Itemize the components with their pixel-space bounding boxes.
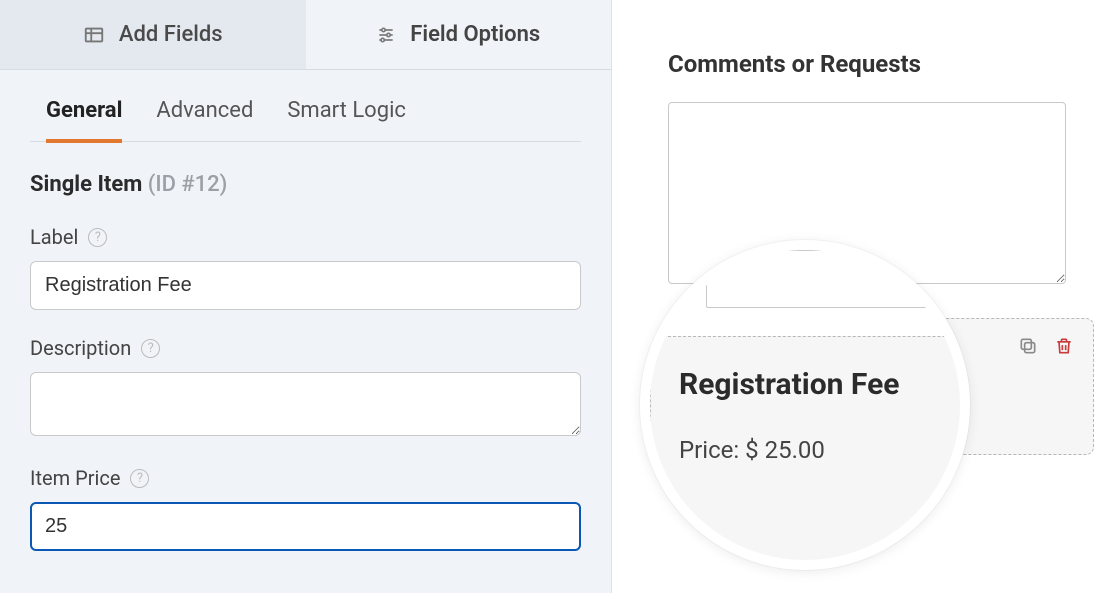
field-type-name: Single Item (30, 172, 142, 197)
tab-add-fields-label: Add Fields (119, 22, 223, 47)
tab-add-fields[interactable]: Add Fields (0, 0, 306, 69)
preview-field-title: Registration Fee (693, 341, 1069, 374)
sub-tab-advanced[interactable]: Advanced (156, 98, 253, 141)
help-icon[interactable]: ? (130, 469, 149, 488)
grid-icon (83, 24, 105, 46)
tab-field-options[interactable]: Field Options (306, 0, 612, 69)
form-preview: Comments or Requests Registration Fee Pr… (612, 0, 1116, 593)
description-group: Description ? (30, 336, 581, 440)
label-group: Label ? (30, 225, 581, 310)
panel-body: Single Item (ID #12) Label ? Description… (0, 142, 611, 577)
settings-sidebar: Add Fields Field Options General Advance… (0, 0, 612, 593)
field-title: Single Item (ID #12) (30, 172, 581, 197)
help-icon[interactable]: ? (88, 228, 107, 247)
field-actions (1017, 335, 1075, 357)
comments-field-label: Comments or Requests (668, 50, 1094, 78)
sub-tabs: General Advanced Smart Logic (30, 98, 581, 142)
preview-price: Price: $ 25.00 (693, 404, 1069, 432)
item-price-group: Item Price ? (30, 466, 581, 551)
item-price-input[interactable] (30, 502, 581, 551)
tab-field-options-label: Field Options (410, 22, 540, 47)
label-field-label: Label (30, 225, 78, 249)
label-input[interactable] (30, 261, 581, 310)
duplicate-icon[interactable] (1017, 335, 1039, 357)
description-field-label: Description (30, 336, 131, 360)
trash-icon[interactable] (1053, 335, 1075, 357)
description-textarea[interactable] (30, 372, 581, 436)
selected-field-card[interactable]: Registration Fee Price: $ 25.00 (668, 318, 1094, 455)
sliders-icon (376, 25, 396, 45)
sub-tab-general[interactable]: General (46, 98, 122, 141)
help-icon[interactable]: ? (141, 339, 160, 358)
top-tabs: Add Fields Field Options (0, 0, 611, 70)
field-id: (ID #12) (148, 172, 228, 197)
comments-textarea[interactable] (668, 102, 1066, 284)
drag-handle[interactable] (668, 453, 686, 495)
item-price-field-label: Item Price (30, 466, 120, 490)
sub-tab-smart-logic[interactable]: Smart Logic (287, 98, 406, 141)
